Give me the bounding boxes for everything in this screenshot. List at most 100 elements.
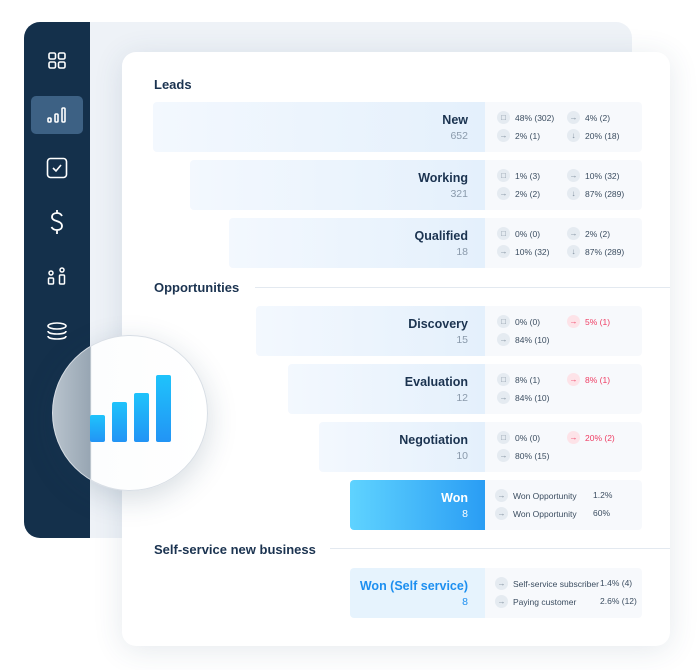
arrow-down-icon: ↓ <box>567 129 580 142</box>
metric-value: 80% (15) <box>515 450 550 461</box>
sidebar-item-dashboard[interactable] <box>31 42 83 80</box>
arrow-right-icon: → <box>567 111 580 124</box>
stage-name: Evaluation <box>404 375 468 389</box>
dollar-icon <box>50 210 63 234</box>
sidebar-item-contacts[interactable] <box>31 258 83 296</box>
stage-qualified[interactable]: Qualified 18 <box>229 218 485 268</box>
stage-count: 15 <box>456 334 468 346</box>
arrow-right-icon: → <box>497 449 510 462</box>
metric-value: 8% (1) <box>515 374 541 385</box>
checkbox-icon <box>46 157 68 179</box>
metric-value: 2% (2) <box>585 228 611 239</box>
metric-value: 10% (32) <box>585 170 620 181</box>
metric-value: 87% (289) <box>585 246 625 257</box>
grid-icon <box>48 52 66 69</box>
arrow-right-icon: → <box>567 373 580 386</box>
stage-name: Negotiation <box>399 433 468 447</box>
stage-count: 18 <box>456 246 468 258</box>
arrow-right-icon: → <box>497 129 510 142</box>
square-icon: □ <box>497 111 510 124</box>
stage-metrics: □ 0% (0) → 20% (2) → 80% (15) <box>485 422 642 472</box>
arrow-right-icon: → <box>497 245 510 258</box>
metric-value: 48% (302) <box>515 112 555 123</box>
metric-value: 10% (32) <box>515 246 550 257</box>
shapes-icon <box>47 267 66 285</box>
bar <box>112 402 127 442</box>
arrow-right-icon: → <box>497 391 510 404</box>
metric-value: Won Opportunity <box>513 508 577 519</box>
square-icon: □ <box>497 169 510 182</box>
arrow-right-icon: → <box>495 507 508 520</box>
stage-won-self-service-[interactable]: Won (Self service) 8 <box>350 568 485 618</box>
metric-value: Self-service subscriber <box>513 578 599 589</box>
arrow-right-icon: → <box>567 169 580 182</box>
stage-metrics: □ 0% (0) → 5% (1) → 84% (10) <box>485 306 642 356</box>
metric-value: 60% <box>593 508 611 518</box>
metric-value: 1.4% (4) <box>600 578 633 588</box>
section-title-self-service: Self-service new business <box>154 542 316 557</box>
stage-metrics: □ 1% (3) → 10% (32) → 2% (2) ↓ 87% (289) <box>485 160 642 210</box>
metric-value: 5% (1) <box>585 316 611 327</box>
stage-name: Discovery <box>408 317 468 331</box>
divider <box>255 287 670 288</box>
bar <box>90 415 105 442</box>
metric-value: 2.6% (12) <box>600 596 637 606</box>
stage-metrics: □ 8% (1) → 8% (1) → 84% (10) <box>485 364 642 414</box>
metric-value: 84% (10) <box>515 334 550 345</box>
database-icon <box>47 322 67 340</box>
magnifier-chart-icon <box>52 335 208 491</box>
stage-metrics: → Won Opportunity 1.2% → Won Opportunity 60% <box>485 480 642 530</box>
stage-name: Qualified <box>414 229 468 243</box>
metric-value: 1% (3) <box>515 170 541 181</box>
sidebar-item-data[interactable] <box>31 312 83 350</box>
stage-name: New <box>442 113 468 127</box>
square-icon: □ <box>497 315 510 328</box>
stage-count: 321 <box>450 188 468 200</box>
stage-count: 652 <box>450 130 468 142</box>
arrow-right-icon: → <box>567 227 580 240</box>
stage-discovery[interactable]: Discovery 15 <box>256 306 485 356</box>
arrow-right-icon: → <box>497 333 510 346</box>
arrow-right-icon: → <box>497 187 510 200</box>
section-title-leads: Leads <box>154 77 192 92</box>
stage-name: Working <box>418 171 468 185</box>
stage-metrics: → Self-service subscriber 1.4% (4) → Paying … <box>485 568 642 618</box>
square-icon: □ <box>497 373 510 386</box>
divider <box>330 548 670 549</box>
section-title-opportunities: Opportunities <box>154 280 240 295</box>
stage-count: 10 <box>456 450 468 462</box>
arrow-down-icon: ↓ <box>567 187 580 200</box>
stage-new[interactable]: New 652 <box>153 102 485 152</box>
sidebar-item-tasks[interactable] <box>31 149 83 187</box>
metric-value: 0% (0) <box>515 432 541 443</box>
stage-name: Won <box>441 491 468 505</box>
stage-negotiation[interactable]: Negotiation 10 <box>319 422 485 472</box>
metric-value: 0% (0) <box>515 228 541 239</box>
arrow-right-icon: → <box>495 595 508 608</box>
sidebar-item-revenue[interactable] <box>31 203 83 241</box>
arrow-down-icon: ↓ <box>567 245 580 258</box>
metric-value: 8% (1) <box>585 374 611 385</box>
metric-value: 1.2% <box>593 490 613 500</box>
metric-value: 87% (289) <box>585 188 625 199</box>
stage-count: 12 <box>456 392 468 404</box>
metric-value: 20% (2) <box>585 432 615 443</box>
metric-value: Paying customer <box>513 596 577 607</box>
stage-working[interactable]: Working 321 <box>190 160 485 210</box>
stage-won[interactable]: Won 8 <box>350 480 485 530</box>
stage-count: 8 <box>462 508 468 520</box>
arrow-right-icon: → <box>567 431 580 444</box>
metric-value: Won Opportunity <box>513 490 577 501</box>
stage-metrics: □ 0% (0) → 2% (2) → 10% (32) ↓ 87% (289) <box>485 218 642 268</box>
stage-count: 8 <box>462 596 468 608</box>
stage-metrics: □ 48% (302) → 4% (2) → 2% (1) ↓ 20% (18) <box>485 102 642 152</box>
bar <box>134 393 149 442</box>
stage-evaluation[interactable]: Evaluation 12 <box>288 364 485 414</box>
metric-value: 2% (2) <box>515 188 541 199</box>
stage-name: Won (Self service) <box>359 579 468 593</box>
sidebar-item-analytics[interactable] <box>31 96 83 134</box>
arrow-right-icon: → <box>495 577 508 590</box>
square-icon: □ <box>497 227 510 240</box>
square-icon: □ <box>497 431 510 444</box>
bar <box>156 375 171 442</box>
